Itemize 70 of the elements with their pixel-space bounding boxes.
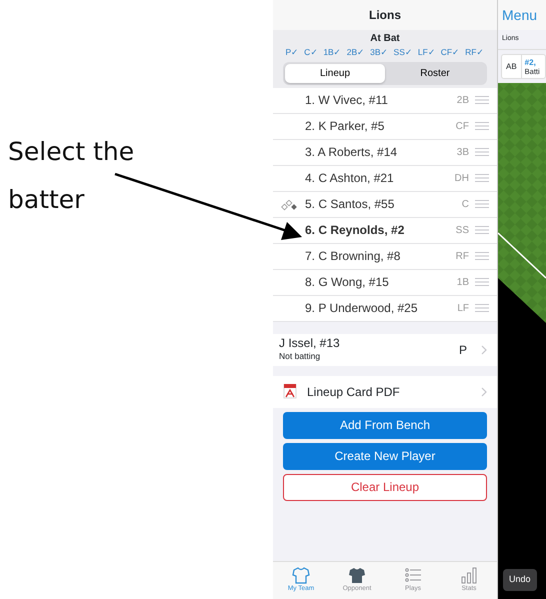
player-position: SS: [456, 224, 469, 238]
player-name: J Issel, #13: [279, 336, 341, 350]
pdf-row[interactable]: Lineup Card PDF: [273, 376, 497, 408]
lineup-row[interactable]: 9. P Underwood, #25 LF: [273, 296, 497, 322]
player-name: 1. W Vivec, #11: [305, 92, 389, 110]
section-title: At Bat: [369, 32, 401, 46]
pdf-icon: [283, 384, 297, 400]
player-name: 7. C Browning, #8: [305, 248, 402, 266]
segment-tab[interactable]: Roster: [385, 64, 485, 83]
segment-tab[interactable]: Lineup: [285, 64, 385, 83]
player-position: C: [462, 198, 469, 212]
chevron-icon: [481, 386, 487, 397]
position-check: 2B✓: [346, 46, 366, 59]
pitcher-row[interactable]: J Issel, #13 Not batting P: [273, 334, 497, 366]
bases-icon: [281, 200, 298, 211]
drag-handle-icon: [475, 277, 489, 288]
player-name: 6. C Reynolds, #2: [305, 222, 406, 240]
jersey-icon: [292, 567, 310, 584]
lineup-row[interactable]: 1. W Vivec, #11 2B: [273, 88, 497, 114]
drag-handle-icon: [475, 199, 489, 210]
drag-handle-icon: [475, 225, 489, 236]
at-bat-label: AB: [502, 55, 522, 78]
position-check: C✓: [304, 46, 318, 59]
primary-button[interactable]: Create New Player: [283, 442, 487, 470]
drag-handle-icon: [475, 147, 489, 158]
drag-handle-icon: [475, 121, 489, 132]
chevron-icon: [481, 344, 487, 355]
player-position: 1B: [456, 276, 469, 290]
lineup-row[interactable]: 8. G Wong, #15 1B: [273, 270, 497, 296]
position-check: CF✓: [440, 46, 460, 59]
position-check: LF✓: [418, 46, 436, 59]
lineup-row[interactable]: 4. C Ashton, #21 DH: [273, 166, 497, 192]
player-position: 3B: [456, 146, 469, 160]
position-check: 3B✓: [370, 46, 389, 59]
bar-chart-icon: [460, 567, 478, 584]
position-check: SS✓: [394, 46, 413, 59]
lineup-row[interactable]: 3. A Roberts, #14 3B: [273, 140, 497, 166]
player-name: 9. P Underwood, #25: [305, 300, 419, 318]
lineup-row[interactable]: 2. K Parker, #5 CF: [273, 114, 497, 140]
drag-handle-icon: [475, 95, 489, 106]
player-position: DH: [454, 172, 469, 186]
player-position: LF: [457, 302, 469, 316]
lineup-row[interactable]: 7. C Browning, #8 RF: [273, 244, 497, 270]
list-icon: [404, 567, 422, 584]
drag-handle-icon: [475, 173, 489, 184]
lineup-row[interactable]: 5. C Santos, #55 C: [273, 192, 497, 218]
screen-title: Lions: [273, 0, 497, 30]
position-check: 1B✓: [323, 46, 342, 59]
drag-handle-icon: [475, 303, 489, 314]
pdf-label: Lineup Card PDF: [307, 384, 401, 401]
position-check: P✓: [286, 46, 300, 59]
player-note: Not batting: [279, 350, 322, 364]
player-name: 2. K Parker, #5: [305, 118, 386, 136]
drag-handle-icon: [475, 251, 489, 262]
lineup-row[interactable]: 6. C Reynolds, #2 SS: [273, 218, 497, 244]
player-position: CF: [456, 120, 469, 134]
clear-button[interactable]: Clear Lineup: [283, 474, 487, 501]
player-position: P: [458, 342, 467, 359]
batter-number: #2,: [524, 58, 537, 66]
player-name: 5. C Santos, #55: [305, 196, 396, 214]
primary-button[interactable]: Add From Bench: [283, 412, 487, 439]
annotation-text: Select the batter: [8, 136, 136, 216]
player-name: 8. G Wong, #15: [305, 274, 390, 292]
jersey-icon: [348, 567, 366, 584]
position-check: RF✓: [465, 46, 484, 59]
player-name: 3. A Roberts, #14: [305, 144, 398, 162]
player-position: RF: [456, 250, 469, 264]
undo-button[interactable]: Undo: [503, 569, 537, 591]
player-position: 2B: [456, 94, 469, 108]
player-name: 4. C Ashton, #21: [305, 170, 395, 188]
